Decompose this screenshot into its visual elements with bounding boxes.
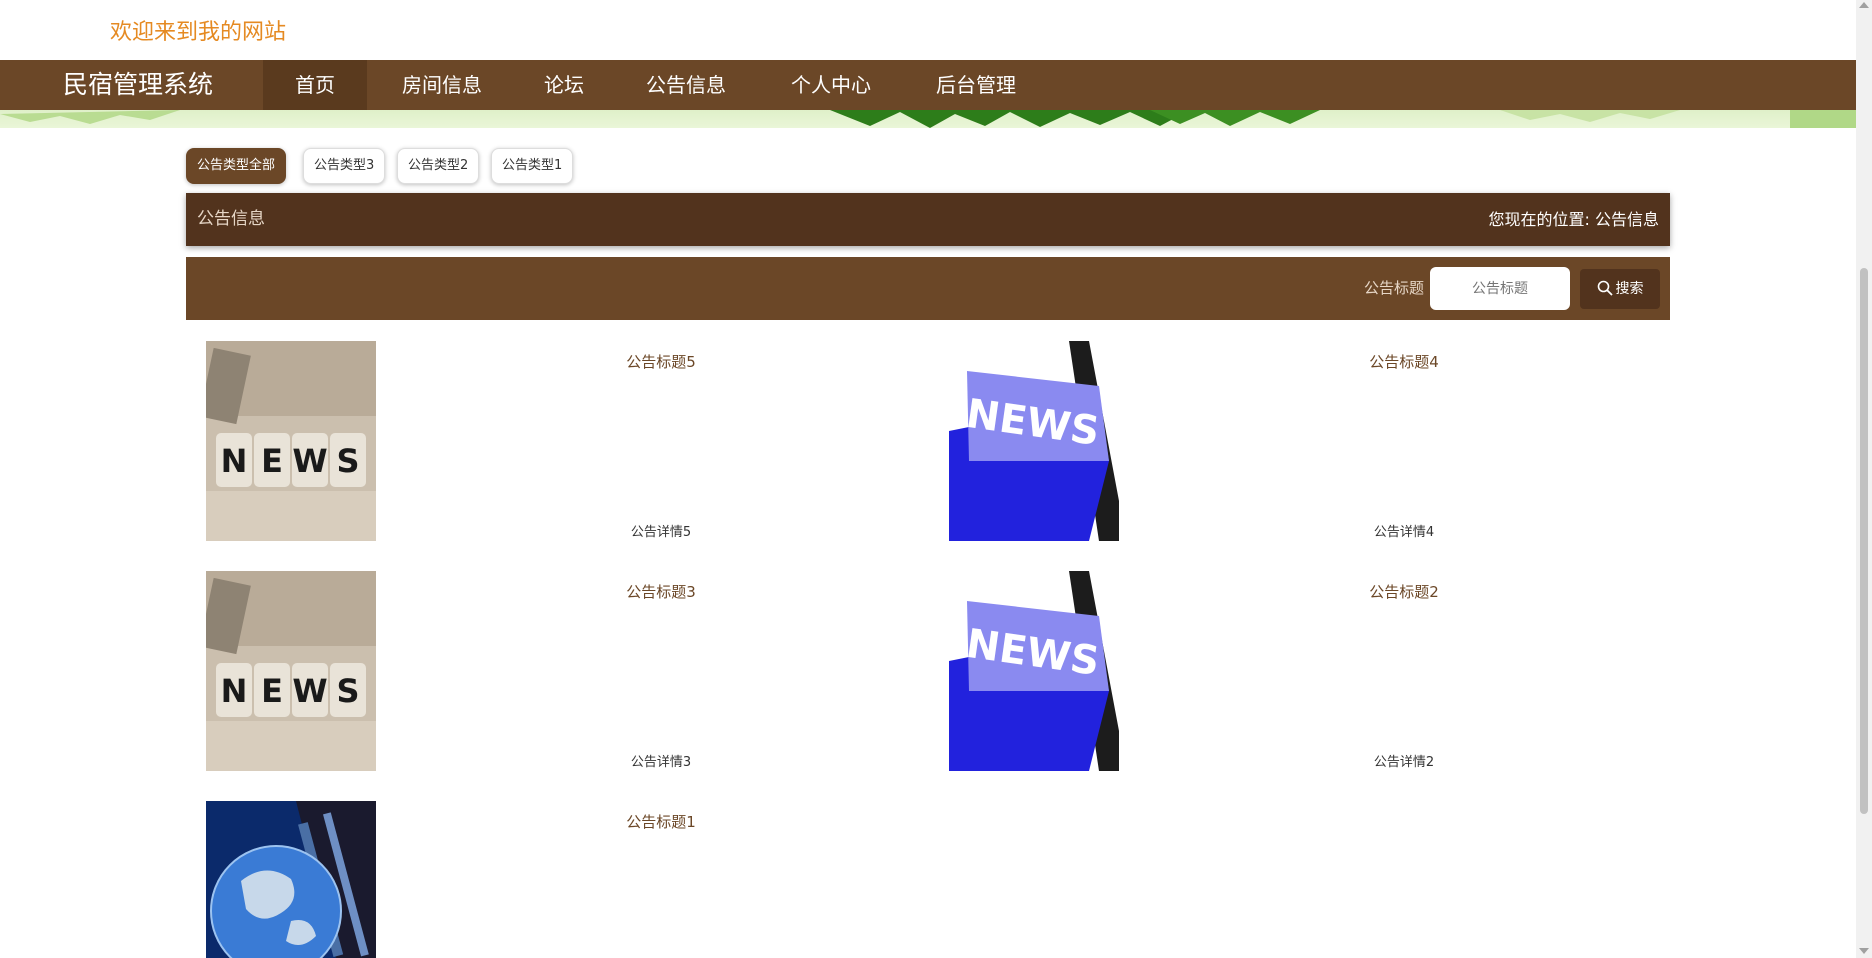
notice-card[interactable]: N E W S 公告标题3 公告详情3 — [206, 571, 946, 771]
nav-item-forum[interactable]: 论坛 — [517, 60, 611, 110]
nav-item-home[interactable]: 首页 — [263, 60, 367, 110]
notice-image-globe[interactable] — [206, 801, 376, 958]
notice-detail: 公告详情5 — [630, 525, 692, 540]
notice-card[interactable]: NEWS 公告标题2 公告详情2 — [949, 571, 1689, 771]
notice-detail: 公告详情3 — [630, 755, 692, 770]
scroll-up-arrow-icon[interactable] — [1859, 2, 1869, 8]
svg-text:W: W — [292, 672, 327, 710]
banner-strip — [0, 110, 1856, 128]
notice-image-news-key[interactable]: NEWS — [949, 341, 1119, 541]
location-text: 您现在的位置: 公告信息 — [1488, 210, 1659, 229]
svg-text:N: N — [221, 672, 248, 710]
nav-item-admin[interactable]: 后台管理 — [901, 60, 1051, 110]
notice-image-news-dice[interactable]: N E W S — [206, 341, 376, 541]
search-button[interactable]: 搜索 — [1580, 269, 1660, 309]
notice-card[interactable]: 公告标题1 — [206, 801, 946, 958]
nav-item-profile[interactable]: 个人中心 — [761, 60, 901, 110]
notice-title[interactable]: 公告标题1 — [376, 811, 946, 832]
svg-text:S: S — [336, 442, 359, 480]
brand-title: 民宿管理系统 — [63, 70, 214, 99]
notice-detail: 公告详情2 — [1373, 755, 1435, 770]
section-title: 公告信息 — [197, 209, 265, 229]
svg-text:S: S — [336, 672, 359, 710]
svg-text:W: W — [292, 442, 327, 480]
notice-title[interactable]: 公告标题3 — [376, 581, 946, 602]
nav-item-notices[interactable]: 公告信息 — [611, 60, 761, 110]
top-header: 欢迎来到我的网站 — [0, 0, 1856, 60]
notice-card[interactable]: NEWS 公告标题4 公告详情4 — [949, 341, 1689, 541]
nav-item-rooms[interactable]: 房间信息 — [367, 60, 517, 110]
type-filter-1[interactable]: 公告类型1 — [491, 148, 574, 184]
search-button-label: 搜索 — [1615, 281, 1644, 297]
notice-title[interactable]: 公告标题5 — [376, 351, 946, 372]
search-bar: 公告标题 搜索 — [186, 257, 1670, 320]
svg-text:N: N — [221, 442, 248, 480]
notice-title[interactable]: 公告标题4 — [1119, 351, 1689, 372]
notice-image-news-dice[interactable]: N E W S — [206, 571, 376, 771]
breadcrumb: 公告信息 您现在的位置: 公告信息 — [186, 193, 1670, 246]
welcome-text: 欢迎来到我的网站 — [110, 20, 287, 45]
notice-title[interactable]: 公告标题2 — [1119, 581, 1689, 602]
type-filter-2[interactable]: 公告类型2 — [397, 148, 480, 184]
notice-detail: 公告详情4 — [1373, 525, 1435, 540]
svg-text:E: E — [261, 672, 283, 710]
main-nav: 民宿管理系统 首页 房间信息 论坛 公告信息 个人中心 后台管理 — [0, 60, 1856, 110]
scroll-thumb[interactable] — [1860, 268, 1868, 814]
search-input[interactable] — [1430, 267, 1570, 310]
notice-image-news-key[interactable]: NEWS — [949, 571, 1119, 771]
scroll-down-arrow-icon[interactable] — [1859, 948, 1869, 954]
search-label: 公告标题 — [1363, 279, 1424, 297]
type-filter-all[interactable]: 公告类型全部 — [186, 148, 287, 184]
search-icon — [1597, 280, 1613, 296]
type-filter-3[interactable]: 公告类型3 — [303, 148, 386, 184]
page-scrollbar[interactable] — [1856, 0, 1872, 958]
notice-card[interactable]: N E W S 公告标题5 公告详情5 — [206, 341, 946, 541]
svg-text:E: E — [261, 442, 283, 480]
